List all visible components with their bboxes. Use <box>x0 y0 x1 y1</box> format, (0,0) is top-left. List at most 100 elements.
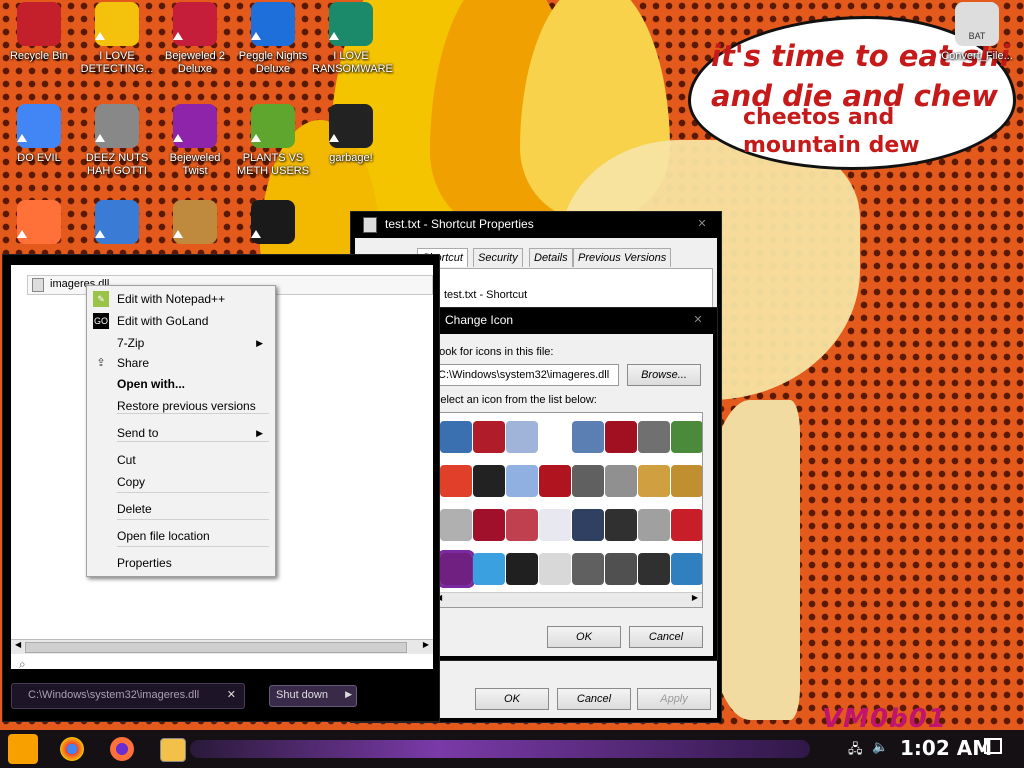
change-icon-dialog: Change Icon ✕ Look for icons in this fil… <box>410 307 718 661</box>
menu-item-delete[interactable]: Delete <box>87 498 275 520</box>
close-icon[interactable]: ✕ <box>685 312 711 328</box>
search-icon[interactable]: ⌕ <box>19 657 26 672</box>
icon-choice[interactable] <box>440 509 472 541</box>
change-icon-cancel-button[interactable]: Cancel <box>629 626 703 648</box>
tab-security[interactable]: Security <box>473 248 523 267</box>
start-icon[interactable] <box>8 734 38 764</box>
scroll-right-icon[interactable]: ▶ <box>423 640 429 649</box>
icon-choice[interactable] <box>671 509 702 541</box>
icon-choice[interactable] <box>473 465 505 497</box>
dll-file-icon <box>32 278 44 292</box>
menu-item-edit-goland[interactable]: GO Edit with GoLand <box>87 310 275 332</box>
desktop-icon[interactable]: garbage! <box>312 104 390 165</box>
shutdown-button[interactable]: Shut down ▶ <box>269 685 357 707</box>
icon-choice[interactable] <box>638 421 670 453</box>
icon-choice[interactable] <box>671 421 702 453</box>
desktop-icon[interactable]: Bejeweled 2 Deluxe <box>156 2 234 76</box>
shortcut-arrow-icon <box>329 134 339 142</box>
icon-choice[interactable] <box>638 553 670 585</box>
icon-choice[interactable] <box>638 509 670 541</box>
icon-choice[interactable] <box>506 509 538 541</box>
run-search-box[interactable]: C:\Windows\system32\imageres.dll ✕ <box>11 683 245 709</box>
shortcut-arrow-icon <box>251 134 261 142</box>
icon-choice[interactable] <box>572 509 604 541</box>
menu-item-7zip[interactable]: 7-Zip ▶ <box>87 332 275 354</box>
change-icon-titlebar[interactable]: Change Icon ✕ <box>411 308 717 332</box>
icon-list[interactable]: ◀ ▶ <box>433 412 703 608</box>
desktop-icon[interactable]: I LOVE RANSOMWARE <box>312 2 393 76</box>
cancel-button[interactable]: Cancel <box>557 688 631 710</box>
ok-button[interactable]: OK <box>475 688 549 710</box>
network-icon[interactable]: 🖧 <box>848 740 863 762</box>
clear-icon[interactable]: ✕ <box>227 688 236 701</box>
horizontal-scrollbar[interactable]: ◀ ▶ <box>11 639 433 654</box>
desktop-icon[interactable] <box>0 200 78 248</box>
desktop-icon[interactable]: I LOVE DETECTING... <box>78 2 156 76</box>
file-explorer-icon[interactable] <box>160 738 186 762</box>
desktop-icon[interactable]: Peggle Nights Deluxe <box>234 2 312 76</box>
desktop-icon[interactable]: PLANTS VS METH USERS <box>234 104 312 178</box>
tab-details[interactable]: Details <box>529 248 573 267</box>
scroll-right-icon[interactable]: ▶ <box>692 593 698 602</box>
menu-item-edit-notepadpp[interactable]: ✎ Edit with Notepad++ <box>87 288 275 310</box>
icon-choice[interactable] <box>605 553 637 585</box>
icon-choice[interactable] <box>440 421 472 453</box>
icon-choice[interactable] <box>506 421 538 453</box>
desktop-icon[interactable]: DO EVIL <box>0 104 78 165</box>
volume-icon[interactable]: 🔈 <box>872 739 888 755</box>
icon-choice[interactable] <box>473 421 505 453</box>
menu-item-open-with[interactable]: Open with... <box>87 373 275 395</box>
icon-choice[interactable] <box>539 509 571 541</box>
icon-list-scrollbar[interactable]: ◀ ▶ <box>434 592 702 607</box>
icon-choice[interactable] <box>605 421 637 453</box>
shortcut-arrow-icon <box>95 32 105 40</box>
icon-file-path-input[interactable]: C:\Windows\system32\imageres.dll <box>433 364 619 386</box>
desktop-icon[interactable] <box>156 200 234 248</box>
icon-choice[interactable] <box>539 553 571 585</box>
tab-previous-versions[interactable]: Previous Versions <box>573 248 672 267</box>
scroll-left-icon[interactable]: ◀ <box>15 640 21 649</box>
taskbar-clock[interactable]: 1:02 AM <box>900 736 992 760</box>
menu-item-properties[interactable]: Properties <box>87 552 275 574</box>
menu-item-cut[interactable]: Cut <box>87 449 275 471</box>
icon-choice[interactable] <box>605 509 637 541</box>
change-icon-ok-button[interactable]: OK <box>547 626 621 648</box>
icon-choice[interactable] <box>572 421 604 453</box>
browse-button[interactable]: Browse... <box>627 364 701 386</box>
notification-icon[interactable] <box>984 738 1002 754</box>
close-icon[interactable]: ✕ <box>689 216 715 232</box>
menu-item-share[interactable]: ⇪ Share <box>87 352 275 374</box>
icon-choice[interactable] <box>572 553 604 585</box>
icon-choice[interactable] <box>638 465 670 497</box>
icon-choice[interactable] <box>539 465 571 497</box>
icon-choice[interactable] <box>440 465 472 497</box>
menu-item-open-file-location[interactable]: Open file location <box>87 525 275 547</box>
desktop-icon[interactable] <box>78 200 156 248</box>
firefox-icon[interactable] <box>110 737 134 761</box>
icon-choice[interactable] <box>605 465 637 497</box>
menu-separator <box>117 441 269 442</box>
icon-choice[interactable] <box>506 553 538 585</box>
icon-choice[interactable] <box>473 553 505 585</box>
icon-choice[interactable] <box>671 465 702 497</box>
icon-choice[interactable] <box>671 553 702 585</box>
icon-choice[interactable] <box>572 465 604 497</box>
desktop-icon[interactable] <box>234 200 312 248</box>
icon-choice[interactable] <box>506 465 538 497</box>
icon-choice[interactable] <box>437 550 475 588</box>
desktop-icon-label: PLANTS VS METH USERS <box>236 152 310 177</box>
scroll-thumb[interactable] <box>25 642 407 653</box>
chevron-right-icon[interactable]: ▶ <box>345 689 352 700</box>
desktop-icon[interactable]: BAT Convert_File... <box>938 2 1016 63</box>
chrome-icon[interactable] <box>60 737 84 761</box>
desktop-icon[interactable]: Recycle Bin <box>0 2 78 63</box>
menu-item-copy[interactable]: Copy <box>87 471 275 493</box>
properties-titlebar[interactable]: test.txt - Shortcut Properties ✕ <box>351 212 721 236</box>
desktop-icon[interactable]: DEEZ NUTS HAH GOTTI <box>78 104 156 178</box>
apply-button[interactable]: Apply <box>637 688 711 710</box>
icon-choice[interactable] <box>539 421 571 453</box>
icon-choice[interactable] <box>473 509 505 541</box>
desktop-icon[interactable]: Bejeweled Twist <box>156 104 234 178</box>
menu-separator <box>117 546 269 547</box>
look-for-label: Look for icons in this file: <box>433 346 554 358</box>
